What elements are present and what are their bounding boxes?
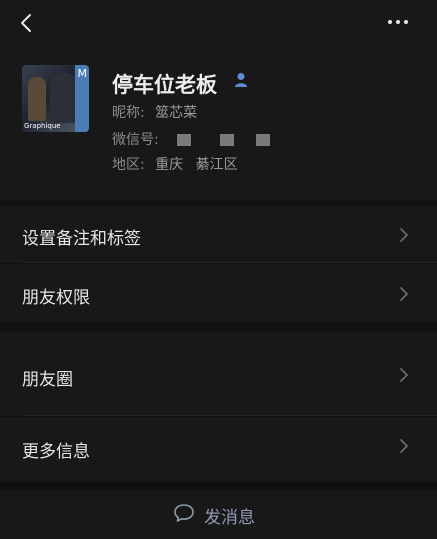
- menu-item-label: 设置备注和标签: [22, 229, 141, 249]
- nickname-row: 昵称: 筮芯菜: [112, 102, 197, 122]
- top-bar: [0, 0, 437, 46]
- menu-item-friend-permissions[interactable]: 朋友权限: [0, 264, 437, 322]
- avatar[interactable]: M Graphique: [22, 65, 89, 132]
- menu-item-more-info[interactable]: 更多信息: [0, 417, 437, 481]
- profile-card: M Graphique 停车位老板 昵称: 筮芯菜 微信号: 地区: 重庆 綦江…: [0, 46, 437, 200]
- wechat-id-row: 微信号:: [112, 129, 271, 149]
- wechat-id-redacted: [219, 134, 234, 146]
- divider: [22, 415, 437, 416]
- region-city: 重庆: [155, 157, 184, 173]
- avatar-figure: [28, 77, 46, 121]
- chevron-right-icon: [400, 368, 408, 382]
- chevron-right-icon: [400, 228, 408, 242]
- nickname-label: 昵称:: [112, 105, 145, 121]
- avatar-caption: Graphique: [24, 122, 61, 130]
- chevron-right-icon: [400, 439, 408, 453]
- menu-item-label: 更多信息: [22, 442, 90, 462]
- menu-item-label: 朋友圈: [22, 370, 73, 390]
- chevron-right-icon: [400, 287, 408, 301]
- wechat-id-redacted: [256, 134, 271, 146]
- wechat-id-redacted: [177, 134, 192, 146]
- region-row: 地区: 重庆 綦江区: [112, 154, 238, 174]
- send-message-button[interactable]: 发消息: [0, 490, 437, 539]
- more-dots-icon[interactable]: [387, 14, 409, 30]
- nickname-value: 筮芯菜: [155, 105, 198, 121]
- avatar-figure: [50, 73, 76, 123]
- wechat-id-label: 微信号:: [112, 132, 159, 148]
- contact-name: 停车位老板: [112, 73, 217, 97]
- menu-item-remark-tags[interactable]: 设置备注和标签: [0, 206, 437, 263]
- avatar-magazine-letter: M: [77, 67, 88, 80]
- region-label: 地区:: [112, 157, 145, 173]
- region-district: 綦江区: [195, 157, 238, 173]
- divider: [22, 262, 437, 263]
- person-icon: [235, 73, 247, 87]
- menu-item-moments[interactable]: 朋友圈: [0, 332, 437, 416]
- menu-item-label: 朋友权限: [22, 288, 90, 308]
- chat-bubble-icon: [174, 504, 194, 522]
- send-message-label: 发消息: [204, 508, 255, 528]
- chevron-left-icon[interactable]: [16, 12, 38, 34]
